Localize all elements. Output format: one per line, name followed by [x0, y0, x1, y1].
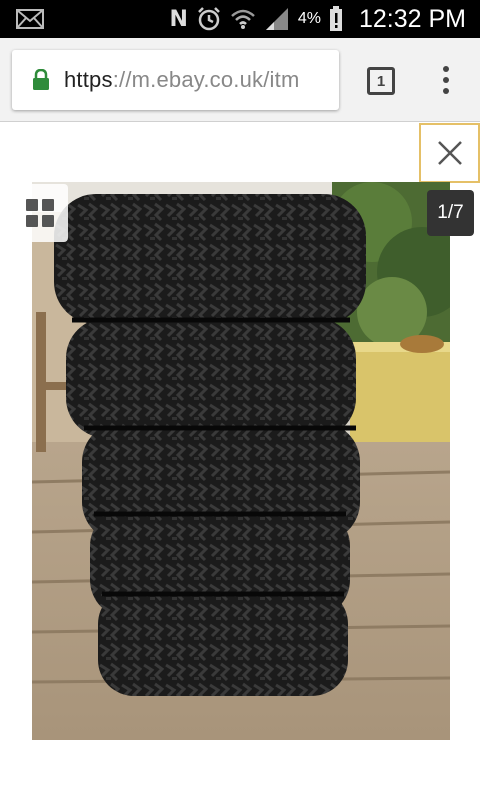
grid-view-button[interactable] [12, 184, 68, 242]
nfc-icon: N [169, 6, 188, 32]
wifi-icon [231, 9, 255, 29]
grid-cell [42, 199, 54, 211]
battery-percent: 4% [297, 10, 321, 27]
close-gallery-button[interactable] [419, 123, 480, 183]
url-scheme: https [64, 67, 113, 92]
menu-dot [443, 66, 449, 72]
menu-button[interactable] [436, 60, 456, 100]
grid-cell [26, 199, 38, 211]
signal-icon [265, 8, 288, 30]
browser-toolbar: https://m.ebay.co.uk/itm 1 [0, 38, 480, 122]
status-bar: N 4% 12:32 PM [0, 0, 480, 38]
battery-alert-icon [329, 6, 342, 31]
tyre-stack-photo [32, 182, 450, 740]
image-counter: 1/7 [427, 190, 474, 236]
close-icon [437, 141, 462, 165]
tab-switcher-button[interactable]: 1 [367, 67, 395, 95]
mail-icon [16, 9, 44, 29]
address-bar[interactable]: https://m.ebay.co.uk/itm [12, 50, 339, 110]
grid-cell [42, 215, 54, 227]
menu-dot [443, 88, 449, 94]
product-image[interactable] [32, 182, 450, 740]
url-text[interactable]: https://m.ebay.co.uk/itm [64, 67, 300, 93]
lock-icon [33, 69, 49, 90]
grid-cell [26, 215, 38, 227]
alarm-icon [197, 7, 220, 31]
clock: 12:32 PM [358, 4, 466, 33]
menu-dot [443, 77, 449, 83]
url-rest: ://m.ebay.co.uk/itm [112, 67, 300, 92]
